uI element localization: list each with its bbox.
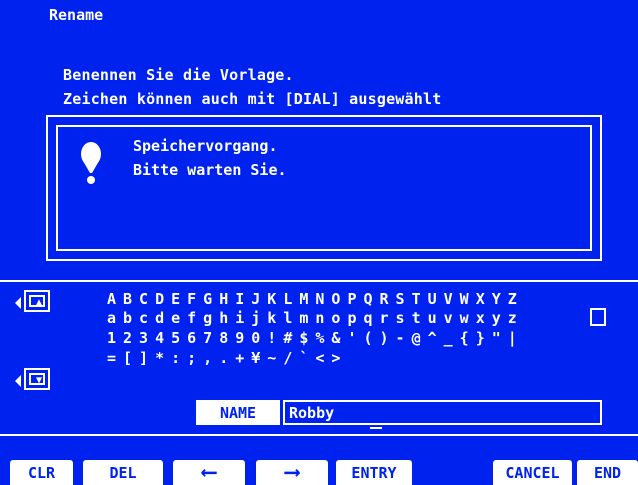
char-row-digits-symbols[interactable]: 1234567890!#$%&'()-@^_{}"| [107,329,524,347]
arrow-left-icon: ⟵ [202,459,216,485]
divider-top [0,280,638,282]
end-button[interactable]: END [577,460,638,485]
dialog-message-line-2: Bitte warten Sie. [133,161,287,179]
name-input[interactable]: Robby [283,400,602,425]
scroll-down-button[interactable]: ▼ [15,368,55,394]
triangle-left-icon [15,375,21,387]
text-cursor [370,427,382,429]
char-row-uppercase[interactable]: ABCDEFGHIJKLMNOPQRSTUVWXYZ [107,290,524,308]
name-label: NAME [196,400,280,425]
arrow-up-icon: ▲ [24,290,50,312]
exclamation-icon [81,142,101,184]
cursor-left-button[interactable]: ⟵ [173,460,245,485]
instruction-line-2: Zeichen können auch mit [DIAL] ausgewähl… [63,90,442,108]
divider-bottom [0,434,638,436]
screen-title: Rename [49,6,104,24]
clr-button[interactable]: CLR [10,460,73,485]
del-button[interactable]: DEL [83,460,163,485]
instruction-line-1: Benennen Sie die Vorlage. [63,66,294,84]
cursor-right-button[interactable]: ⟶ [256,460,328,485]
cancel-button[interactable]: CANCEL [493,460,572,485]
char-selection-cursor [590,308,606,326]
dialog-message-line-1: Speichervorgang. [133,137,278,155]
triangle-left-icon [15,297,21,309]
char-row-symbols[interactable]: =[]*:;,.+¥~/`<> [107,349,347,367]
arrow-down-icon: ▼ [24,368,50,390]
saving-dialog [46,115,602,261]
arrow-right-icon: ⟶ [285,459,299,485]
scroll-up-button[interactable]: ▲ [15,290,55,316]
entry-button[interactable]: ENTRY [336,460,412,485]
char-row-lowercase[interactable]: abcdefghijklmnopqrstuvwxyz [107,309,524,327]
